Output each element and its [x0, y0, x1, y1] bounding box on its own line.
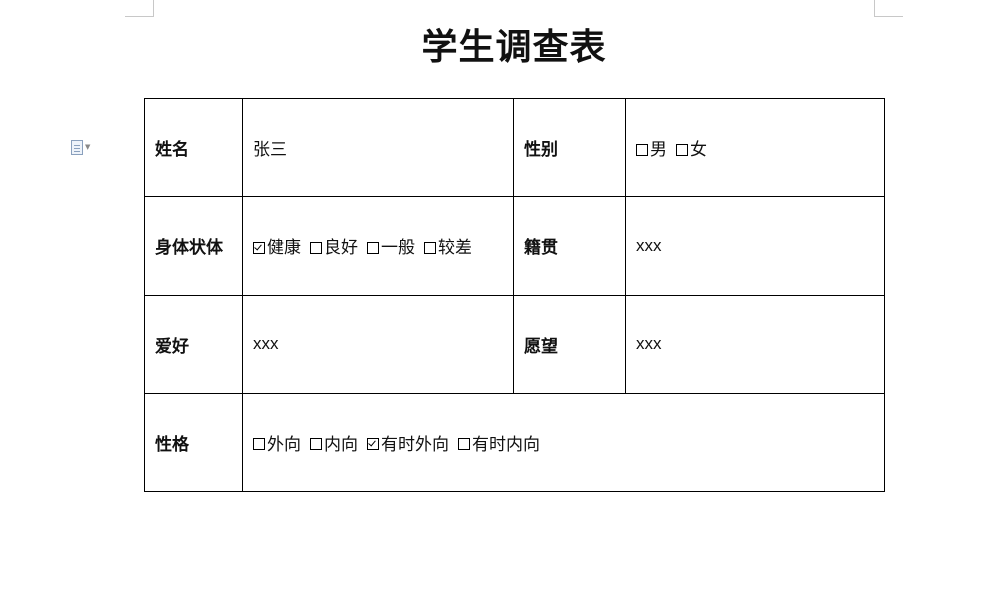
checkbox-option-label: 较差: [438, 238, 472, 259]
name-label: 姓名: [144, 97, 243, 198]
checkbox-icon[interactable]: [636, 143, 648, 156]
checkbox-option[interactable]: 较差: [424, 238, 472, 258]
checkbox-icon[interactable]: [458, 438, 470, 451]
character-options: 外向 内向 有时外向 有时内向: [242, 392, 885, 493]
page-icon: [71, 139, 83, 155]
table-row: 性格 外向 内向 有时外向 有时内向: [144, 392, 885, 493]
crop-mark-top-left: [125, 0, 154, 17]
checkbox-option-label: 外向: [267, 434, 301, 455]
character-label: 性格: [144, 392, 243, 493]
checkbox-option[interactable]: 男: [636, 140, 667, 160]
checkbox-icon[interactable]: [310, 438, 322, 451]
health-options: 健康 良好 一般 较差: [242, 196, 514, 296]
checkbox-option[interactable]: 良好: [310, 238, 358, 258]
checkbox-option-label: 内向: [324, 434, 358, 455]
checkbox-option[interactable]: 有时内向: [458, 435, 540, 455]
checkbox-checked-icon[interactable]: [367, 438, 379, 451]
gender-options: 男女: [625, 97, 885, 198]
document-title: 学生调查表: [421, 26, 607, 68]
checkbox-icon[interactable]: [253, 438, 265, 451]
checkbox-option-label: 一般: [381, 238, 415, 259]
native-place-value[interactable]: xxx: [625, 196, 885, 296]
options-gender: 男女: [636, 140, 716, 160]
checkbox-option-label: 男: [650, 140, 667, 161]
name-value[interactable]: 张三: [242, 97, 514, 198]
checkbox-icon[interactable]: [424, 241, 436, 254]
wish-label: 愿望: [513, 294, 626, 394]
options-character: 外向 内向 有时外向 有时内向: [253, 435, 549, 455]
table-row: 爱好 xxx 愿望 xxx: [144, 294, 885, 394]
wish-value[interactable]: xxx: [625, 294, 885, 394]
checkbox-option-label: 健康: [267, 238, 301, 259]
gender-label: 性别: [513, 97, 626, 198]
checkbox-option[interactable]: 一般: [367, 238, 415, 258]
checkbox-option-label: 良好: [324, 238, 358, 259]
crop-mark-top-right: [874, 0, 903, 17]
table-row: 姓名 张三 性别 男女: [144, 97, 885, 198]
health-label: 身体状体: [144, 196, 243, 296]
table-row: 身体状体 健康 良好 一般 较差 籍贯 xxx: [144, 196, 885, 296]
chevron-down-icon: ▼: [85, 143, 91, 151]
hobby-label: 爱好: [144, 294, 243, 394]
checkbox-option[interactable]: 内向: [310, 435, 358, 455]
options-health: 健康 良好 一般 较差: [253, 238, 481, 258]
checkbox-icon[interactable]: [676, 143, 688, 156]
document-menu-icon[interactable]: ▼: [71, 139, 99, 155]
checkbox-option[interactable]: 有时外向: [367, 435, 449, 455]
checkbox-option[interactable]: 女: [676, 140, 707, 160]
native-place-label: 籍贯: [513, 196, 626, 296]
checkbox-option-label: 女: [690, 140, 707, 161]
checkbox-icon[interactable]: [310, 241, 322, 254]
checkbox-icon[interactable]: [367, 241, 379, 254]
checkbox-option[interactable]: 健康: [253, 238, 301, 258]
checkbox-option-label: 有时外向: [381, 434, 449, 455]
hobby-value[interactable]: xxx: [242, 294, 514, 394]
survey-table: 姓名 张三 性别 男女 身体状体 健康 良好 一般 较差 籍贯 xxx 爱好 xxx …: [144, 97, 885, 493]
checkbox-option-label: 有时内向: [472, 434, 540, 455]
checkbox-option[interactable]: 外向: [253, 435, 301, 455]
checkbox-checked-icon[interactable]: [253, 241, 265, 254]
